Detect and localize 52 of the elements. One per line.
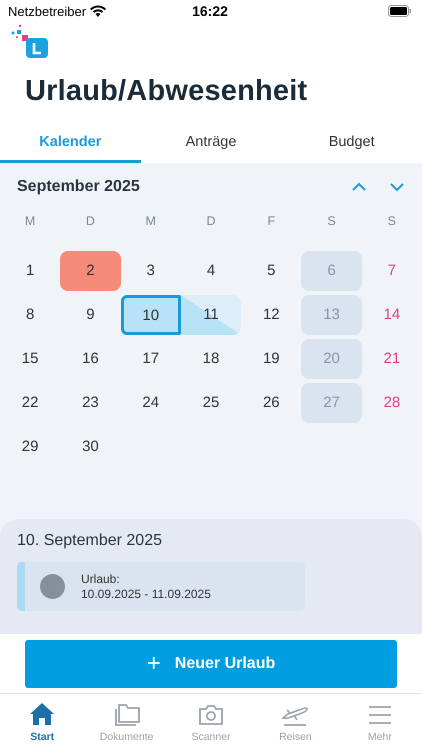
calendar-day[interactable]: 4 <box>180 251 242 291</box>
calendar-day[interactable]: 8 <box>0 295 60 335</box>
calendar-day[interactable]: 16 <box>60 339 121 379</box>
weekday-label: D <box>205 213 216 230</box>
app-logo <box>11 24 51 58</box>
calendar-day[interactable]: 29 <box>0 427 60 467</box>
weekday-label: S <box>326 213 337 230</box>
selected-date: 10. September 2025 <box>17 532 163 550</box>
calendar-day[interactable]: 7 <box>362 251 422 291</box>
calendar-day[interactable]: 19 <box>241 339 302 379</box>
calendar-day[interactable]: 30 <box>60 427 121 467</box>
nav-tab[interactable]: Start <box>0 694 84 746</box>
chevron-down-icon <box>389 182 405 192</box>
status-dot <box>40 574 65 599</box>
wifi-icon <box>90 5 106 17</box>
calendar-day[interactable]: 2 <box>60 251 121 291</box>
carrier-name: Netzbetreiber <box>8 4 86 18</box>
calendar-day[interactable]: 21 <box>362 339 422 379</box>
weekday-label: S <box>386 213 398 230</box>
calendar-day[interactable]: 5 <box>241 251 302 291</box>
previous-month-button[interactable] <box>351 182 367 192</box>
calendar-day[interactable]: 28 <box>362 383 422 423</box>
tab[interactable]: Anträge <box>140 124 282 163</box>
calendar-day[interactable]: 11 <box>180 295 242 335</box>
absence-card[interactable]: Urlaub: 10.09.2025 - 11.09.2025 <box>17 562 305 611</box>
chevron-up-icon <box>351 182 367 192</box>
calendar-day[interactable]: 1 <box>0 251 60 291</box>
battery-icon <box>388 5 412 17</box>
calendar-day[interactable]: 14 <box>362 295 422 335</box>
calendar-day[interactable]: 12 <box>241 295 302 335</box>
absence-dates: 10.09.2025 - 11.09.2025 <box>81 586 211 602</box>
absence-type: Urlaub: <box>81 572 121 586</box>
calendar-day[interactable]: 26 <box>241 383 302 423</box>
calendar-day[interactable]: 10 <box>120 295 181 335</box>
next-month-button[interactable] <box>389 182 405 192</box>
month-title: September 2025 <box>17 178 141 196</box>
weekday-label: F <box>266 213 276 230</box>
calendar-day[interactable]: 9 <box>60 295 121 335</box>
calendar-day[interactable]: 3 <box>120 251 181 291</box>
clock: 16:22 <box>191 3 229 19</box>
calendar-day[interactable]: 25 <box>180 383 242 423</box>
calendar-day[interactable]: 18 <box>180 339 242 379</box>
calendar-day[interactable]: 23 <box>60 383 121 423</box>
calendar-day[interactable]: 17 <box>120 339 181 379</box>
calendar-day[interactable]: 15 <box>0 339 60 379</box>
weekday-label: M <box>144 213 157 230</box>
calendar-day[interactable]: 22 <box>0 383 60 423</box>
weekday-label: D <box>84 213 96 230</box>
tab[interactable]: Budget <box>281 124 422 163</box>
page-title: Urlaub/Abwesenheit <box>25 75 308 109</box>
weekday-label: M <box>24 213 36 230</box>
calendar-day[interactable]: 24 <box>120 383 181 423</box>
